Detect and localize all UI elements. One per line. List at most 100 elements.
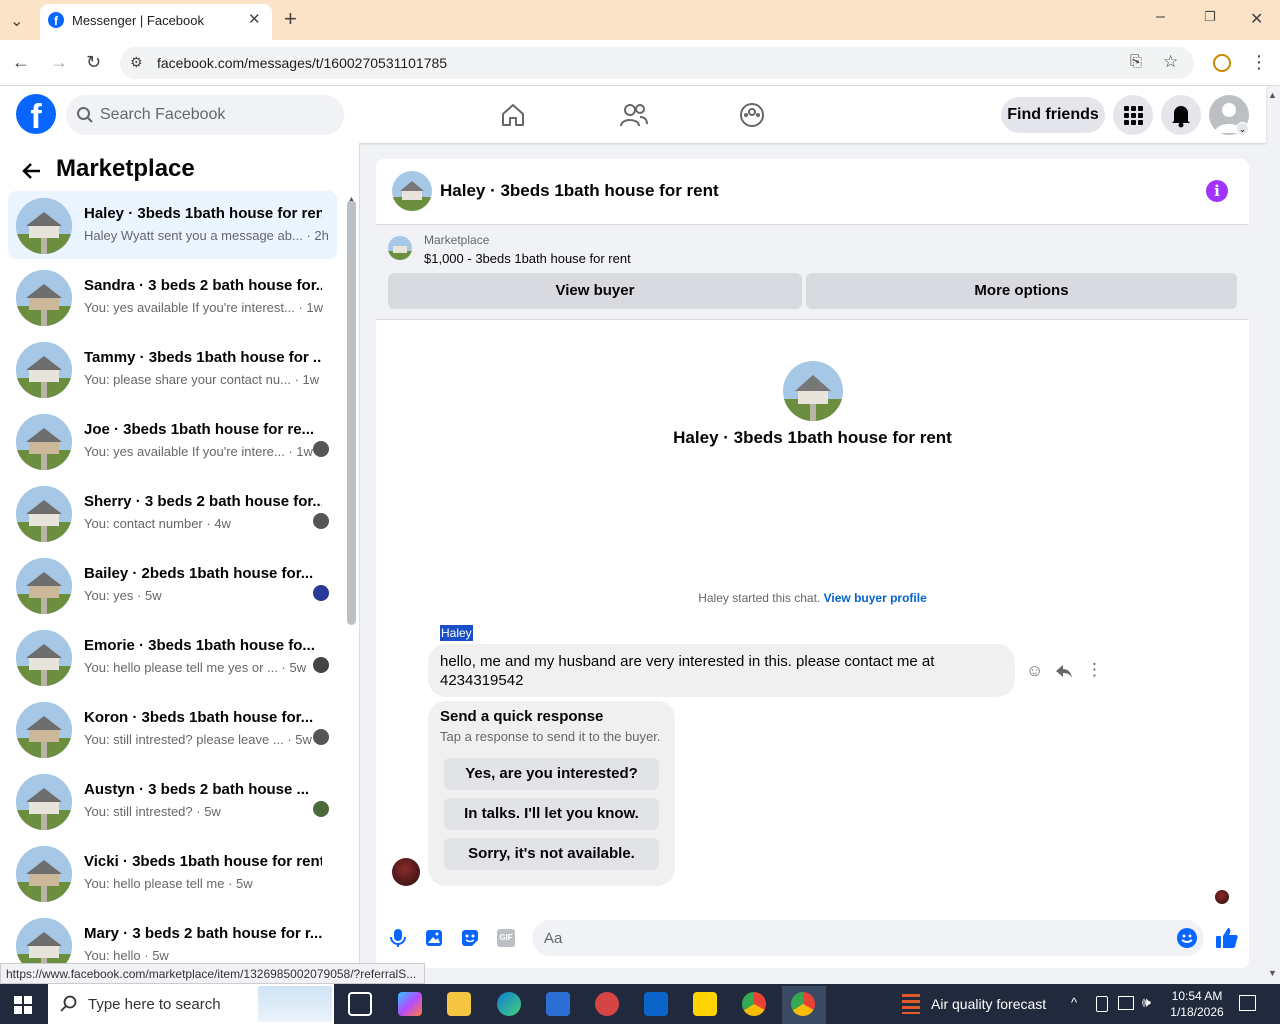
quick-response-button[interactable]: Sorry, it's not available.: [444, 838, 659, 870]
conversation-time: 1w: [296, 444, 313, 459]
seen-avatar: [313, 513, 329, 529]
app-icon[interactable]: [595, 992, 619, 1016]
chat-start-notice: Haley started this chat. View buyer prof…: [376, 591, 1249, 605]
conversation-row[interactable]: Vicki · 3beds 1bath house for rent You: h…: [8, 839, 337, 907]
quick-response-button[interactable]: In talks. I'll let you know.: [444, 798, 659, 830]
tray-chevron-icon[interactable]: ^: [1071, 995, 1077, 1010]
home-icon[interactable]: [500, 102, 526, 128]
back-arrow-icon[interactable]: [20, 160, 42, 182]
seen-avatar: [313, 585, 329, 601]
friends-icon[interactable]: [620, 102, 648, 128]
more-actions-icon[interactable]: ⋮: [1086, 660, 1103, 680]
view-buyer-profile-link[interactable]: View buyer profile: [824, 591, 927, 605]
conversation-row[interactable]: Koron · 3beds 1bath house for... You: sti…: [8, 695, 337, 763]
minimize-icon[interactable]: –: [1156, 8, 1165, 26]
more-options-button[interactable]: More options: [806, 273, 1237, 309]
chat-title[interactable]: Haley · 3beds 1bath house for rent: [440, 181, 719, 201]
conversation-row[interactable]: Tammy · 3beds 1bath house for ... You: pl…: [8, 335, 337, 403]
chrome-icon[interactable]: [742, 992, 766, 1016]
restore-icon[interactable]: ❐: [1204, 9, 1216, 25]
listing-avatar: [16, 702, 72, 758]
profile-icon[interactable]: [1213, 54, 1231, 72]
scroll-up-arrow-icon[interactable]: ▲: [348, 196, 355, 203]
chevron-down-icon[interactable]: ⌄: [1236, 122, 1249, 135]
network-icon[interactable]: [1118, 996, 1134, 1010]
quick-response-button[interactable]: Yes, are you interested?: [444, 758, 659, 790]
new-tab-icon[interactable]: +: [284, 6, 297, 32]
info-icon[interactable]: i: [1206, 180, 1228, 202]
conversation-time: 2h: [314, 228, 329, 243]
install-app-icon[interactable]: ⎘: [1130, 53, 1142, 70]
microphone-icon[interactable]: [390, 928, 406, 948]
site-info-icon[interactable]: ⚙: [130, 54, 143, 71]
clock-time: 10:54 AM: [1171, 989, 1223, 1003]
bookmark-star-icon[interactable]: ☆: [1163, 52, 1178, 72]
conversation-row[interactable]: Emorie · 3beds 1bath house fo... You: hel…: [8, 623, 337, 691]
message-placeholder: Aa: [544, 930, 563, 947]
photo-icon[interactable]: [425, 929, 443, 947]
view-buyer-button[interactable]: View buyer: [388, 273, 802, 309]
task-view-icon[interactable]: [348, 992, 372, 1016]
outlook-icon[interactable]: [644, 992, 668, 1016]
conversation-row[interactable]: Joe · 3beds 1bath house for re... You: ye…: [8, 407, 337, 475]
browser-menu-icon[interactable]: ⋮: [1250, 52, 1268, 73]
menu-button[interactable]: [1113, 95, 1153, 135]
conversation-title: Bailey · 2beds 1bath house for...: [84, 565, 314, 582]
page-scroll-up-icon[interactable]: ▲: [1268, 90, 1277, 100]
gif-icon[interactable]: GIF: [497, 929, 515, 947]
weather-widget-text[interactable]: Air quality forecast: [931, 996, 1046, 1012]
notifications-center-icon[interactable]: [1239, 995, 1256, 1011]
conversation-time: 1w: [302, 372, 320, 387]
file-explorer-icon[interactable]: [447, 992, 471, 1016]
bell-icon: [1172, 106, 1190, 128]
page-scroll-down-icon[interactable]: ▼: [1268, 968, 1277, 978]
sidebar-scrollbar[interactable]: [347, 200, 356, 625]
react-icon[interactable]: ☺: [1026, 661, 1043, 681]
like-icon[interactable]: [1215, 926, 1239, 950]
emoji-icon[interactable]: [1177, 928, 1197, 948]
facebook-favicon-icon: f: [48, 12, 64, 28]
air-quality-icon[interactable]: [902, 994, 920, 1014]
window-close-icon[interactable]: ✕: [1250, 9, 1263, 29]
sticker-icon[interactable]: [460, 928, 480, 948]
message-input[interactable]: [532, 920, 1204, 956]
listing-thumbnail[interactable]: [388, 236, 412, 260]
listing-avatar: [16, 270, 72, 326]
listing-title[interactable]: $1,000 - 3beds 1bath house for rent: [424, 251, 631, 266]
volume-icon[interactable]: 🕪: [1142, 994, 1151, 1011]
sticky-notes-icon[interactable]: [693, 992, 717, 1016]
quick-response-title: Send a quick response: [440, 708, 604, 725]
forward-icon[interactable]: →: [50, 52, 68, 73]
facebook-logo[interactable]: f: [16, 94, 56, 134]
chrome-profile-icon[interactable]: [791, 992, 815, 1016]
copilot-icon[interactable]: [398, 992, 422, 1016]
reload-icon[interactable]: ↻: [86, 52, 101, 73]
message-bubble[interactable]: hello, me and my husband are very intere…: [428, 644, 1015, 697]
taskbar-clock[interactable]: 10:54 AM 1/18/2026: [1166, 988, 1228, 1020]
preview-text: Haley Wyatt sent you a message ab...: [84, 228, 303, 243]
url-text[interactable]: facebook.com/messages/t/1600270531101785: [157, 55, 447, 71]
conversation-title: Sherry · 3 beds 2 bath house for...: [84, 493, 322, 510]
conversation-row[interactable]: Sherry · 3 beds 2 bath house for... You: …: [8, 479, 337, 547]
device-icon[interactable]: [1096, 996, 1108, 1012]
conversation-title: Joe · 3beds 1bath house for re...: [84, 421, 315, 438]
find-friends-button[interactable]: Find friends: [1001, 97, 1105, 133]
conversation-row[interactable]: Sandra · 3 beds 2 bath house for... You: …: [8, 263, 337, 331]
edge-icon[interactable]: [497, 992, 521, 1016]
groups-icon[interactable]: [739, 102, 765, 128]
reply-icon[interactable]: [1055, 662, 1073, 680]
conversation-row[interactable]: Bailey · 2beds 1bath house for... You: ye…: [8, 551, 337, 619]
store-icon[interactable]: [546, 992, 570, 1016]
conversation-row[interactable]: Haley · 3beds 1bath house for rent Haley …: [8, 191, 337, 259]
windows-start-icon[interactable]: [14, 996, 32, 1014]
notifications-button[interactable]: [1161, 95, 1201, 135]
tab-search-chevron-icon[interactable]: ⌄: [10, 11, 23, 31]
conversation-row[interactable]: Austyn · 3 beds 2 bath house ... You: sti…: [8, 767, 337, 835]
sender-avatar[interactable]: [392, 858, 420, 886]
chat-header-avatar[interactable]: [392, 171, 432, 211]
tab-close-icon[interactable]: ✕: [248, 10, 261, 28]
buyer-avatar-large[interactable]: [783, 361, 843, 421]
conversation-title: Koron · 3beds 1bath house for...: [84, 709, 314, 726]
back-icon[interactable]: ←: [12, 52, 30, 73]
seen-receipt-avatar: [1215, 890, 1229, 904]
